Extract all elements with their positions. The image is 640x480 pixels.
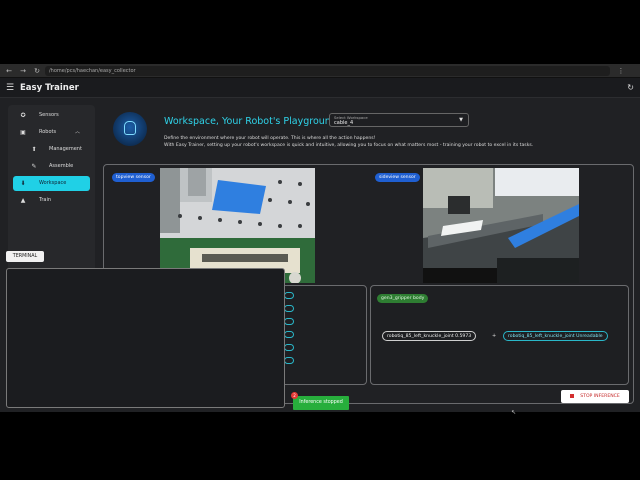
caret-down-icon: ▼ [459, 117, 463, 123]
inference-stopped-toast: Inference stopped [293, 396, 349, 410]
robot-icon: ▣ [20, 129, 26, 136]
notification-badge: 2 [291, 392, 298, 399]
sidebar-item-assemble[interactable]: ✎ Assemble [13, 159, 90, 174]
wrench-icon: ✎ [31, 163, 37, 170]
stop-inference-label: STOP INFERENCE [580, 394, 620, 399]
screen: ← → ↻ /home/pcs/haechan/easy_collector ⋮… [0, 0, 640, 480]
sidebar-item-label: Sensors [39, 112, 59, 118]
stop-inference-button[interactable]: STOP INFERENCE [561, 390, 629, 403]
gripper-panel: gen3_gripper body robotiq_85_left_knuckl… [370, 285, 629, 385]
sidebar-item-sensors[interactable]: ✪ Sensors [13, 108, 90, 123]
chevron-up-icon: ︿ [74, 129, 80, 135]
sidebar-item-train[interactable]: ▲ Train [13, 193, 90, 208]
topview-sensor-chip[interactable]: topview sensor [112, 173, 155, 182]
robot-logo-icon [113, 112, 147, 146]
sidebar-item-robots[interactable]: ▣ Robots ︿ [13, 125, 90, 140]
plus-icon: + [492, 333, 497, 339]
terminal-panel[interactable] [6, 268, 285, 408]
sideview-camera-image [423, 168, 579, 283]
gripper-body-chip[interactable]: gen3_gripper body [377, 294, 429, 303]
terminal-tab[interactable]: TERMINAL [6, 251, 44, 262]
workspace-select-value: cable_4 [334, 120, 354, 126]
sidebar-item-label: Workspace [39, 180, 67, 186]
sidebar-item-label: Train [39, 197, 51, 203]
topview-camera-feed [160, 168, 315, 283]
sidebar-item-label: Management [49, 146, 82, 152]
topview-camera-image [160, 168, 315, 283]
reload-icon[interactable]: ↻ [32, 66, 42, 76]
sidebar-item-label: Assemble [49, 163, 74, 169]
sensor-icon: ✪ [20, 112, 26, 119]
sideview-sensor-chip[interactable]: sideview sensor [375, 173, 420, 182]
joint-chip [284, 305, 294, 312]
url-bar[interactable]: /home/pcs/haechan/easy_collector [45, 66, 610, 76]
joint-status-box: robotiq_85_left_knuckle_joint Unreadable [503, 331, 608, 341]
sideview-camera-feed [423, 168, 579, 283]
sidebar-item-label: Robots [39, 129, 57, 135]
browser-toolbar: ← → ↻ /home/pcs/haechan/easy_collector ⋮ [0, 64, 640, 78]
back-arrow-icon[interactable]: ← [4, 66, 14, 76]
refresh-icon[interactable]: ↻ [627, 82, 634, 94]
upload-icon: ⬆ [31, 146, 37, 153]
joint-chip [284, 357, 294, 364]
sidebar-item-management[interactable]: ⬆ Management [13, 142, 90, 157]
app-title: Easy Trainer [20, 83, 79, 93]
joint-chip [284, 318, 294, 325]
page-title: Workspace, Your Robot's Playground [164, 116, 337, 127]
joint-chip [284, 344, 294, 351]
graduation-cap-icon: ▲ [20, 197, 26, 204]
page-description-line1: Define the environment where your robot … [164, 136, 376, 141]
forward-arrow-icon[interactable]: → [18, 66, 28, 76]
app-header: ☰ Easy Trainer ↻ [0, 78, 640, 98]
stop-icon [570, 393, 575, 398]
kebab-menu-icon[interactable]: ⋮ [616, 66, 626, 76]
download-icon: ⬇ [20, 180, 26, 187]
sidebar-item-workspace[interactable]: ⬇ Workspace [13, 176, 90, 191]
workspace-select[interactable]: Select Workspace cable_4 ▼ [329, 113, 469, 127]
hamburger-icon[interactable]: ☰ [6, 83, 14, 93]
joint-value-box: robotiq_85_left_knuckle_joint 0.5973 [382, 331, 477, 341]
mouse-cursor-icon: ↖ [511, 409, 517, 416]
joint-chip [284, 331, 294, 338]
page-description-line2: With Easy Trainer, setting up your robot… [164, 143, 534, 148]
joint-chip [284, 292, 294, 299]
